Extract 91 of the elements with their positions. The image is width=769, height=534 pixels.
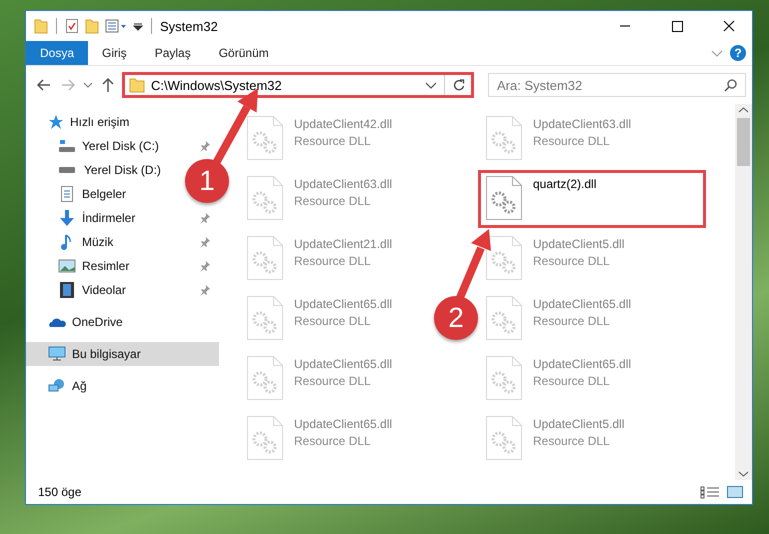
file-type: Resource DLL xyxy=(294,254,372,268)
folder-icon xyxy=(129,77,145,93)
pin-icon xyxy=(199,140,211,152)
file-name: quartz(2).dll xyxy=(533,177,596,191)
sidebar-item[interactable]: İndirmeler xyxy=(26,206,219,230)
file-type: Resource DLL xyxy=(294,134,372,148)
window-title: System32 xyxy=(160,18,218,34)
pin-icon xyxy=(199,260,211,272)
address-bar[interactable]: C:\Windows\System32 xyxy=(122,72,474,98)
pin-icon xyxy=(199,212,211,224)
gear-file-icon xyxy=(485,175,523,221)
file-type: Resource DLL xyxy=(533,134,611,148)
download-arrow-icon xyxy=(58,210,76,226)
sidebar-item[interactable]: Resimler xyxy=(26,254,219,278)
gear-file-icon xyxy=(246,355,284,401)
ribbon-tab[interactable]: Dosya xyxy=(26,41,88,65)
file-item[interactable]: UpdateClient21.dll Resource DLL xyxy=(239,230,400,288)
sidebar-item[interactable]: Yerel Disk (D:) xyxy=(26,158,175,182)
file-item[interactable]: UpdateClient65.dll Resource DLL xyxy=(239,410,400,468)
drive-icon xyxy=(58,140,76,152)
file-name: UpdateClient65.dll xyxy=(533,357,632,371)
file-item[interactable]: UpdateClient65.dll Resource DLL xyxy=(478,290,638,348)
file-type: Resource DLL xyxy=(294,434,372,448)
customize-icon[interactable] xyxy=(105,18,127,34)
file-name: UpdateClient65.dll xyxy=(533,297,632,311)
file-type: Resource DLL xyxy=(533,314,611,328)
file-type: Resource DLL xyxy=(294,374,372,388)
picture-icon xyxy=(58,258,76,274)
help-button[interactable]: ? xyxy=(730,45,746,61)
file-item[interactable]: UpdateClient42.dll Resource DLL xyxy=(239,110,400,168)
gear-file-icon xyxy=(485,115,523,161)
file-type: Resource DLL xyxy=(533,434,611,448)
scroll-thumb[interactable] xyxy=(737,118,750,166)
file-item[interactable]: UpdateClient65.dll Resource DLL xyxy=(239,350,400,408)
sidebar-item[interactable]: Belgeler xyxy=(26,182,140,206)
document-icon xyxy=(58,186,76,202)
file-type: Resource DLL xyxy=(294,314,372,328)
file-item[interactable]: UpdateClient63.dll Resource DLL xyxy=(478,110,638,168)
address-path: C:\Windows\System32 xyxy=(151,78,283,92)
sidebar-item[interactable]: Hızlı erişim xyxy=(26,110,219,134)
gear-file-icon xyxy=(485,235,523,281)
file-item[interactable]: UpdateClient5.dll Resource DLL xyxy=(478,230,632,288)
file-name: UpdateClient63.dll xyxy=(533,117,632,131)
properties-icon[interactable] xyxy=(65,18,79,34)
file-name: UpdateClient65.dll xyxy=(294,417,392,431)
gear-file-icon xyxy=(485,295,523,341)
search-field[interactable]: Ara: System32 xyxy=(488,73,746,97)
file-type: Resource DLL xyxy=(294,194,372,208)
search-icon xyxy=(724,78,738,92)
file-name: UpdateClient21.dll xyxy=(294,237,392,251)
gear-file-icon xyxy=(246,415,284,461)
thumbnail-view-icon[interactable] xyxy=(726,485,744,499)
star-icon xyxy=(48,114,64,130)
film-icon xyxy=(58,282,76,298)
sidebar-item[interactable]: Ağ xyxy=(26,374,219,398)
computer-icon xyxy=(48,346,66,362)
file-type: Resource DLL xyxy=(533,374,611,388)
vertical-scrollbar[interactable] xyxy=(735,104,752,480)
sidebar-item[interactable]: Bu bilgisayar xyxy=(26,342,219,366)
file-item[interactable]: UpdateClient5.dll Resource DLL xyxy=(478,410,632,468)
drive-icon xyxy=(58,167,76,173)
file-name: UpdateClient5.dll xyxy=(533,417,624,431)
gear-file-icon xyxy=(485,415,523,461)
file-name: UpdateClient42.dll xyxy=(294,117,392,131)
file-name: UpdateClient65.dll xyxy=(294,297,392,311)
details-view-icon[interactable] xyxy=(700,485,720,499)
gear-file-icon xyxy=(246,295,284,341)
file-type: Resource DLL xyxy=(533,254,611,268)
item-count: 150 öge xyxy=(38,485,82,499)
file-item[interactable]: quartz(2).dll xyxy=(478,170,706,228)
ribbon-tab[interactable]: Görünüm xyxy=(204,41,283,65)
file-name: UpdateClient5.dll xyxy=(533,237,624,251)
network-icon xyxy=(48,378,66,394)
file-name: UpdateClient65.dll xyxy=(294,357,392,371)
sidebar-item[interactable]: Videolar xyxy=(26,278,219,302)
gear-file-icon xyxy=(485,355,523,401)
file-item[interactable]: UpdateClient65.dll Resource DLL xyxy=(239,290,400,348)
refresh-icon[interactable] xyxy=(451,77,467,93)
pin-icon xyxy=(199,236,211,248)
file-item[interactable]: UpdateClient63.dll Resource DLL xyxy=(239,170,400,228)
sidebar-item[interactable]: Yerel Disk (C:) xyxy=(26,134,219,158)
gear-file-icon xyxy=(246,235,284,281)
sidebar-item[interactable]: Müzik xyxy=(26,230,219,254)
file-name: UpdateClient63.dll xyxy=(294,177,392,191)
ribbon-tab[interactable]: Giriş xyxy=(88,41,141,65)
gear-file-icon xyxy=(246,175,284,221)
sidebar-item[interactable]: OneDrive xyxy=(26,310,219,334)
file-item[interactable]: UpdateClient65.dll Resource DLL xyxy=(478,350,638,408)
gear-file-icon xyxy=(246,115,284,161)
ribbon-tab[interactable]: Paylaş xyxy=(140,41,205,65)
pin-icon xyxy=(199,284,211,296)
